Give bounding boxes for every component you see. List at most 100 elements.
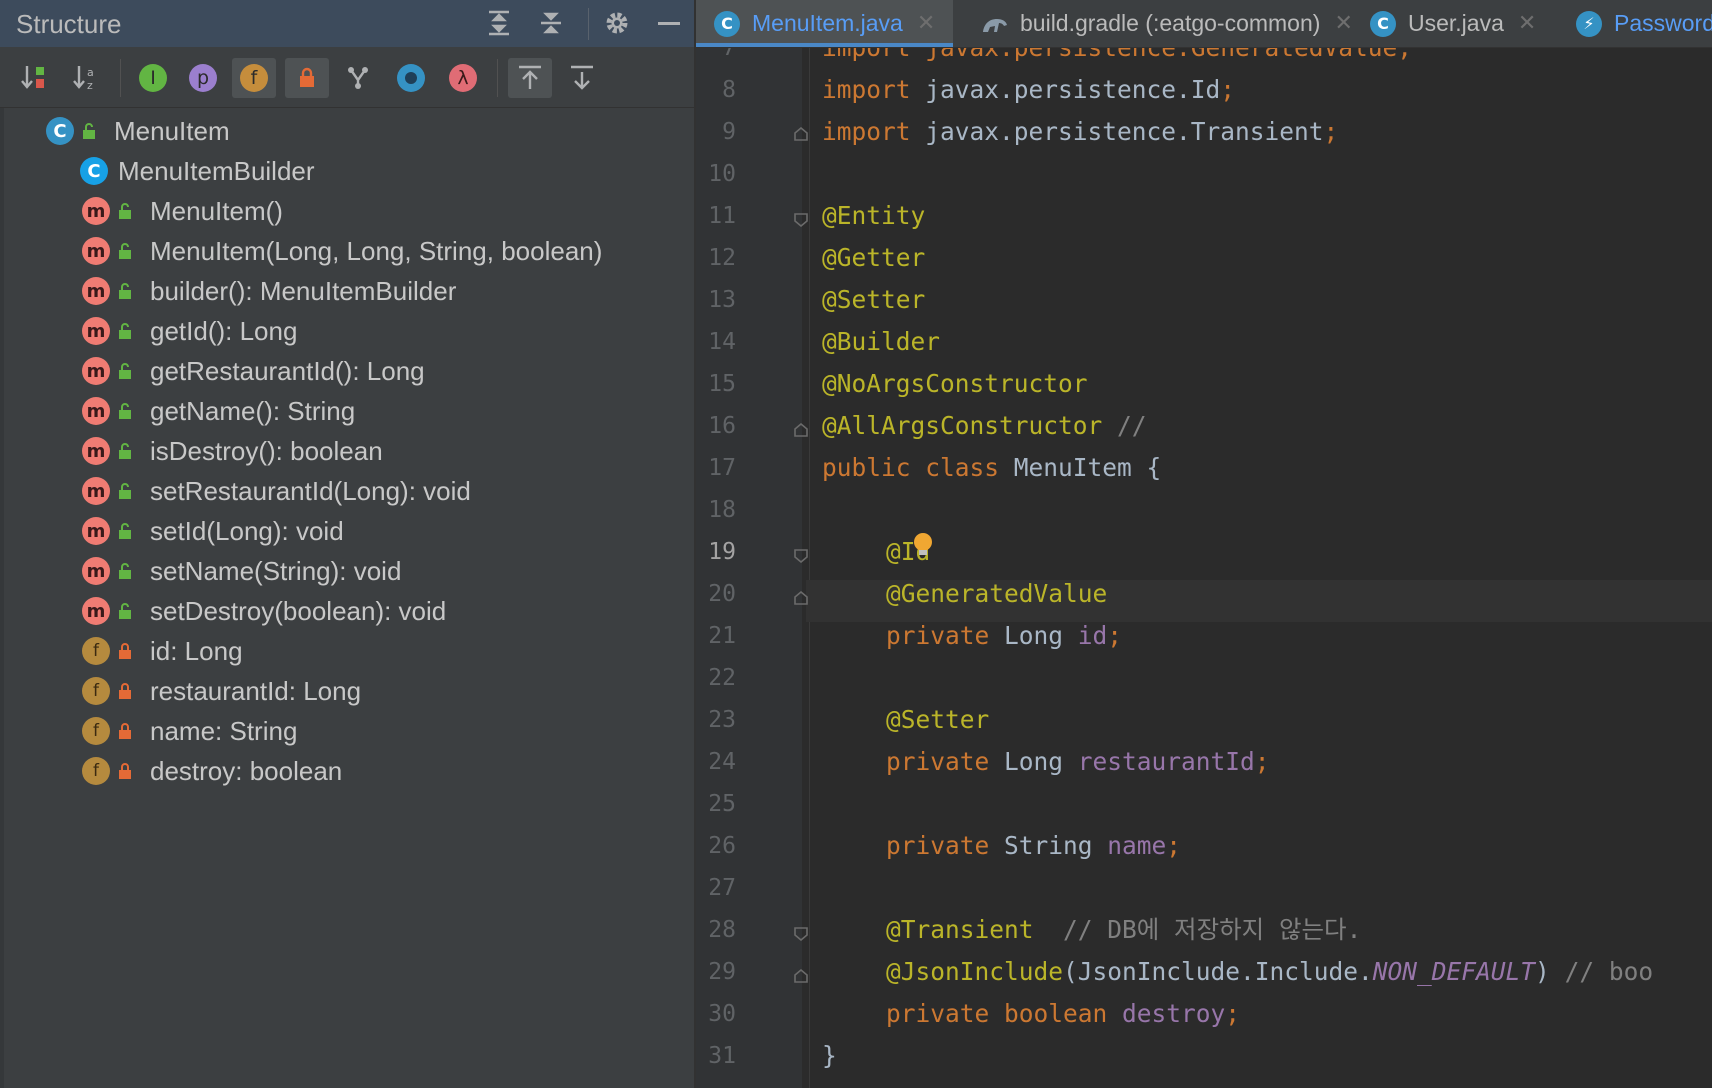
minimize-icon <box>658 22 680 25</box>
tree-node-label: builder(): MenuItemBuilder <box>150 276 457 306</box>
close-tab-icon[interactable]: ✕ <box>1518 11 1536 36</box>
code-area[interactable]: 7 8 9 10 11 12 13 14 15 16 17 18 19 20 2… <box>696 48 1712 1088</box>
code-annotation: @Transient <box>886 915 1034 944</box>
tree-node-field[interactable]: f destroy: boolean <box>0 751 696 791</box>
tree-node-method[interactable]: m getRestaurantId(): Long <box>0 351 696 391</box>
lightbulb-icon[interactable] <box>912 532 934 558</box>
expand-all-button[interactable] <box>482 6 516 40</box>
code-keyword: private <box>886 747 990 776</box>
code-line: public class MenuItem { <box>822 447 1161 489</box>
tree-node-method[interactable]: m MenuItem() <box>0 191 696 231</box>
tab-user-java[interactable]: C User.java ✕ <box>1352 0 1554 47</box>
code-keyword: import <box>822 75 911 104</box>
tree-node-inner-class[interactable]: C MenuItemBuilder <box>0 151 696 191</box>
header-separator <box>588 8 589 40</box>
public-icon <box>119 443 131 459</box>
show-lambdas-button[interactable]: λ <box>441 58 485 98</box>
tree-node-label: setId(Long): void <box>150 516 344 546</box>
show-interfaces-button[interactable] <box>389 58 433 98</box>
line-number-current: 19 <box>708 539 736 565</box>
code-text: ; <box>1107 621 1123 650</box>
code-text: ) <box>1535 957 1565 986</box>
line-number: 27 <box>708 875 736 901</box>
sort-alphabetically-button[interactable]: az <box>64 58 108 98</box>
code-text: import javax.persistence.GeneratedValue; <box>822 48 1412 62</box>
public-icon <box>119 483 131 499</box>
fold-start-icon[interactable] <box>794 213 808 227</box>
code-line: @Entity <box>822 195 925 237</box>
tree-node-method[interactable]: m getId(): Long <box>0 311 696 351</box>
tree-node-label: destroy: boolean <box>150 756 343 786</box>
fold-start-icon[interactable] <box>794 549 808 563</box>
tab-password[interactable]: ⚡ PasswordW <box>1558 0 1712 47</box>
line-number: 12 <box>708 245 736 271</box>
public-icon <box>119 243 131 259</box>
line-number: 7 <box>722 48 736 61</box>
tree-node-class[interactable]: C MenuItem <box>0 111 696 151</box>
autoscroll-to-source-button[interactable] <box>508 58 552 98</box>
show-non-public-button[interactable] <box>285 58 329 98</box>
code-editor: C MenuItem.java ✕ build.gradle (:eatgo-c… <box>696 0 1712 1088</box>
properties-glyph: p <box>196 67 210 89</box>
tree-node-method[interactable]: m setDestroy(boolean): void <box>0 591 696 631</box>
code-annotation: @AllArgsConstructor <box>822 411 1103 440</box>
tree-node-field[interactable]: f id: Long <box>0 631 696 671</box>
tree-node-method[interactable]: m getName(): String <box>0 391 696 431</box>
autoscroll-from-source-button[interactable] <box>560 58 604 98</box>
fold-end-icon[interactable] <box>794 127 808 141</box>
structure-title: Structure <box>16 9 122 39</box>
tree-node-method[interactable]: m setId(Long): void <box>0 511 696 551</box>
code-keyword: public class <box>822 453 1000 482</box>
settings-button[interactable] <box>600 6 634 40</box>
fold-end-icon[interactable] <box>794 423 808 437</box>
fold-end-icon[interactable] <box>794 591 808 605</box>
field-icon: f <box>82 637 110 665</box>
tree-node-method[interactable]: m isDestroy(): boolean <box>0 431 696 471</box>
show-inherited-button[interactable]: I <box>131 58 175 98</box>
line-number: 25 <box>708 791 736 817</box>
tab-build-gradle[interactable]: build.gradle (:eatgo-common) ✕ <box>962 0 1371 47</box>
hide-panel-button[interactable] <box>652 6 686 40</box>
fold-end-icon[interactable] <box>794 969 808 983</box>
collapse-all-button[interactable] <box>534 6 568 40</box>
line-number: 13 <box>708 287 736 313</box>
public-icon <box>119 403 131 419</box>
show-anonymous-button[interactable] <box>336 58 380 98</box>
collapse-all-icon <box>541 12 561 34</box>
line-number: 24 <box>708 749 736 775</box>
private-lock-icon <box>119 683 131 699</box>
close-tab-icon[interactable]: ✕ <box>1334 11 1352 36</box>
code-comment: // <box>1102 411 1147 440</box>
tab-menuitem-java[interactable]: C MenuItem.java ✕ <box>696 0 954 47</box>
show-properties-button[interactable]: p <box>181 58 225 98</box>
close-tab-icon[interactable]: ✕ <box>917 11 935 36</box>
fold-start-icon[interactable] <box>794 927 808 941</box>
code-keyword: import <box>822 117 911 146</box>
line-number: 10 <box>708 161 736 187</box>
show-fields-button[interactable]: f <box>232 58 276 98</box>
tree-node-field[interactable]: f restaurantId: Long <box>0 671 696 711</box>
tab-label: User.java <box>1408 10 1504 36</box>
method-icon: m <box>82 397 110 425</box>
code-text: Long <box>989 747 1078 776</box>
tree-node-method[interactable]: m setName(String): void <box>0 551 696 591</box>
code-annotation: @JsonInclude <box>886 957 1064 986</box>
structure-header: Structure <box>0 0 696 47</box>
code-line: @AllArgsConstructor // <box>822 405 1147 447</box>
code-line: private Long id; <box>886 615 1122 657</box>
code-line: @GeneratedValue <box>886 573 1107 615</box>
toolbar-separator <box>120 59 121 97</box>
code-keyword: private <box>886 621 990 650</box>
line-number: 14 <box>708 329 736 355</box>
line-number: 21 <box>708 623 736 649</box>
code-keyword: private boolean <box>886 999 1108 1028</box>
code-text: ; <box>1220 75 1236 104</box>
static-method-icon: m <box>82 277 110 305</box>
tree-node-method[interactable]: m setRestaurantId(Long): void <box>0 471 696 511</box>
tree-node-field[interactable]: f name: String <box>0 711 696 751</box>
tree-node-method[interactable]: m builder(): MenuItemBuilder <box>0 271 696 311</box>
tree-node-method[interactable]: m MenuItem(Long, Long, String, boolean) <box>0 231 696 271</box>
code-comment: // DB에 저장하지 않는다. <box>1033 915 1362 944</box>
sort-by-visibility-button[interactable] <box>12 58 56 98</box>
public-icon <box>83 123 95 139</box>
